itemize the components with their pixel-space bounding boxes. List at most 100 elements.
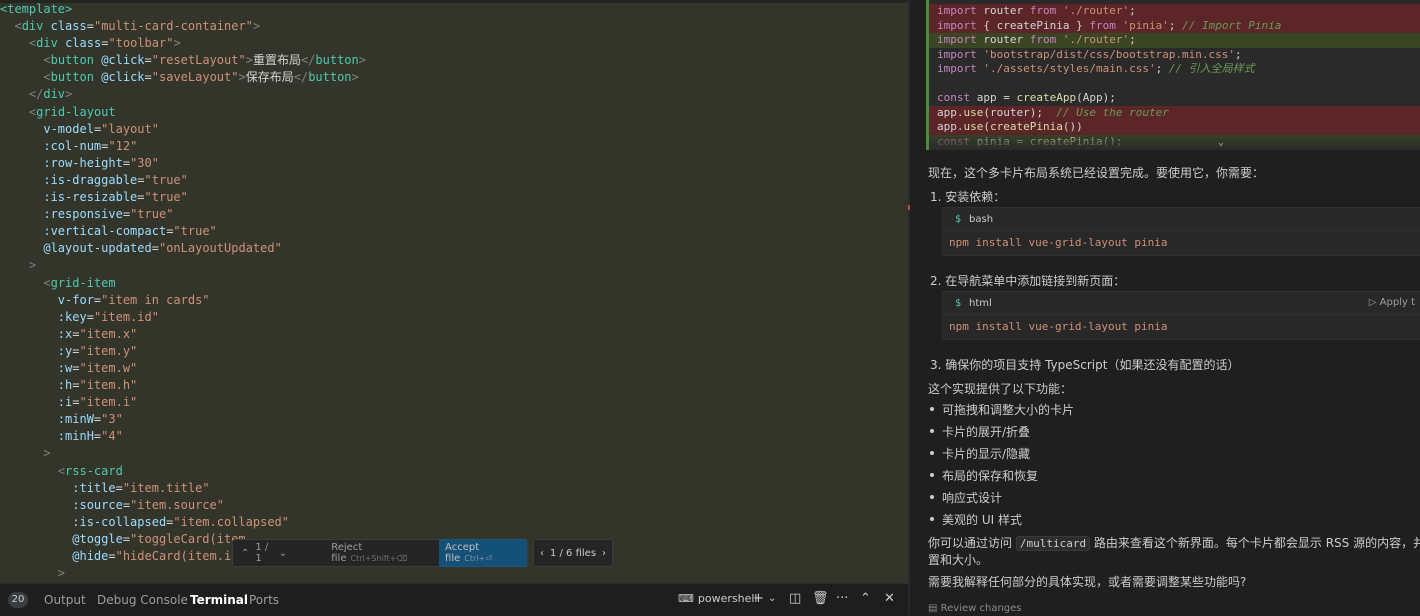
code-token: "3" [101,412,123,427]
code-token: :y [57,343,73,358]
expand-snippet-icon[interactable]: ⌄ [1218,137,1228,148]
chat-intro-text: 现在，这个多卡片布局系统已经设置完成。要使用它，你需要： [928,166,1265,180]
chevron-down-icon[interactable]: ⌄ [279,548,287,559]
code-token: :x [57,326,73,341]
tab-debug-console[interactable]: Debug Console [97,593,188,607]
code-token: "30" [130,155,159,170]
dollar-prompt-icon: $ [955,213,962,225]
code-token: from [1089,18,1116,32]
code-line: :title="item.title" [0,480,908,497]
accept-file-button[interactable]: Accept file Ctrl+⏎ [439,539,527,567]
code-token: <template> [0,2,73,16]
code-line: :h="item.h" [0,377,908,394]
list-item: 可拖拽和调整大小的卡片 [942,403,1075,417]
code-token: :vertical-compact [43,224,167,239]
code-editor[interactable]: <template> <div class="multi-card-contai… [0,0,908,583]
code-token: :w [57,360,73,375]
code-token: < [57,463,66,478]
code-token: 'pinia' [1122,18,1169,32]
code-token: :title [72,480,116,495]
code-block-body[interactable]: npm install vue-grid-layout pinia [943,231,1420,255]
maximize-panel-icon[interactable]: ⌃ [860,591,871,606]
code-token: './assets/styles/main.css' [983,62,1156,75]
code-token: > [358,53,366,68]
bullet-icon [930,473,934,477]
snippet-fade [929,132,1420,150]
close-panel-icon[interactable]: ✕ [884,591,895,606]
code-token: "4" [101,429,123,444]
code-diff-snippet: import router from './router'; import { c… [926,0,1420,150]
code-token: :col-num [43,138,102,153]
trash-icon[interactable]: 🗑 [812,591,829,606]
code-token: button [50,53,94,68]
chevron-right-icon[interactable]: › [602,548,606,559]
visit-text: 你可以通过访问 /multicard 路由来查看这个新界面。每个卡片都会显示 R… [928,534,1420,551]
code-token: "item.id" [93,309,159,324]
code-token: "item.source" [130,497,224,512]
tab-output[interactable]: Output [44,593,86,607]
code-token: import [937,62,977,75]
snippet-line: import { createPinia } from 'pinia'; // … [937,19,1281,34]
code-token: < [43,275,51,290]
code-line: :row-height="30" [0,155,908,172]
code-token: from [1029,4,1057,17]
tab-terminal[interactable]: Terminal [190,593,248,607]
chevron-up-icon[interactable]: ⌃ [241,548,249,559]
code-token: @layout-updated [43,241,152,256]
code-token: "item.title" [122,480,210,495]
reject-file-button[interactable]: Reject file Ctrl+Shift+⌫ [331,542,431,564]
code-block-header: $ bash [943,208,1420,231]
snippet-line: const app = createApp(App); [937,91,1116,106]
code-token: "item.h" [79,378,138,393]
code-token: div [36,36,58,51]
snippet-line: import router from './router'; [937,33,1136,48]
code-block-language: html [969,297,992,309]
code-token: './router' [1062,33,1130,46]
terminal-shell-selector[interactable]: ⌨ powershell [678,592,757,605]
code-token: = [122,207,131,222]
chevron-left-icon[interactable]: ‹ [540,548,544,559]
ai-chat-panel: import router from './router'; import { c… [910,0,1420,615]
new-terminal-icon[interactable]: + [753,591,764,606]
features-title: 这个实现提供了以下功能： [928,382,1073,396]
code-token: = [144,53,152,68]
more-actions-icon[interactable]: ··· [836,591,848,606]
code-block-body[interactable]: npm install vue-grid-layout pinia [943,315,1420,339]
code-block-language: bash [969,213,994,225]
terminal-dropdown-icon[interactable]: ⌄ [768,593,776,604]
code-token: button [50,70,94,85]
code-line: :key="item.id" [0,309,908,326]
code-token: // Import Pinia [1182,18,1282,32]
code-token: import [937,47,977,61]
apply-button[interactable]: ▷ Apply t [1369,297,1415,308]
code-token: grid-item [50,275,116,290]
code-line: :vertical-compact="true" [0,223,908,240]
code-token: div [43,87,66,102]
code-token: = [151,241,159,256]
code-token: ; [1155,62,1169,75]
code-line: > [0,445,908,462]
code-token: = [86,19,94,34]
diff-hunk-nav[interactable]: ⌃ 1 / 1 ⌄ [241,542,287,564]
code-line: :is-draggable="true" [0,172,908,189]
tab-ports[interactable]: Ports [249,593,279,607]
problems-count-badge[interactable]: 20 [8,592,28,608]
code-token: ; [1129,4,1136,17]
split-terminal-icon[interactable]: ◫ [789,591,801,606]
code-line: :i="item.i" [0,394,908,411]
review-changes-link[interactable]: ▤ Review changes [928,603,1022,614]
code-token: v-model [43,121,94,136]
